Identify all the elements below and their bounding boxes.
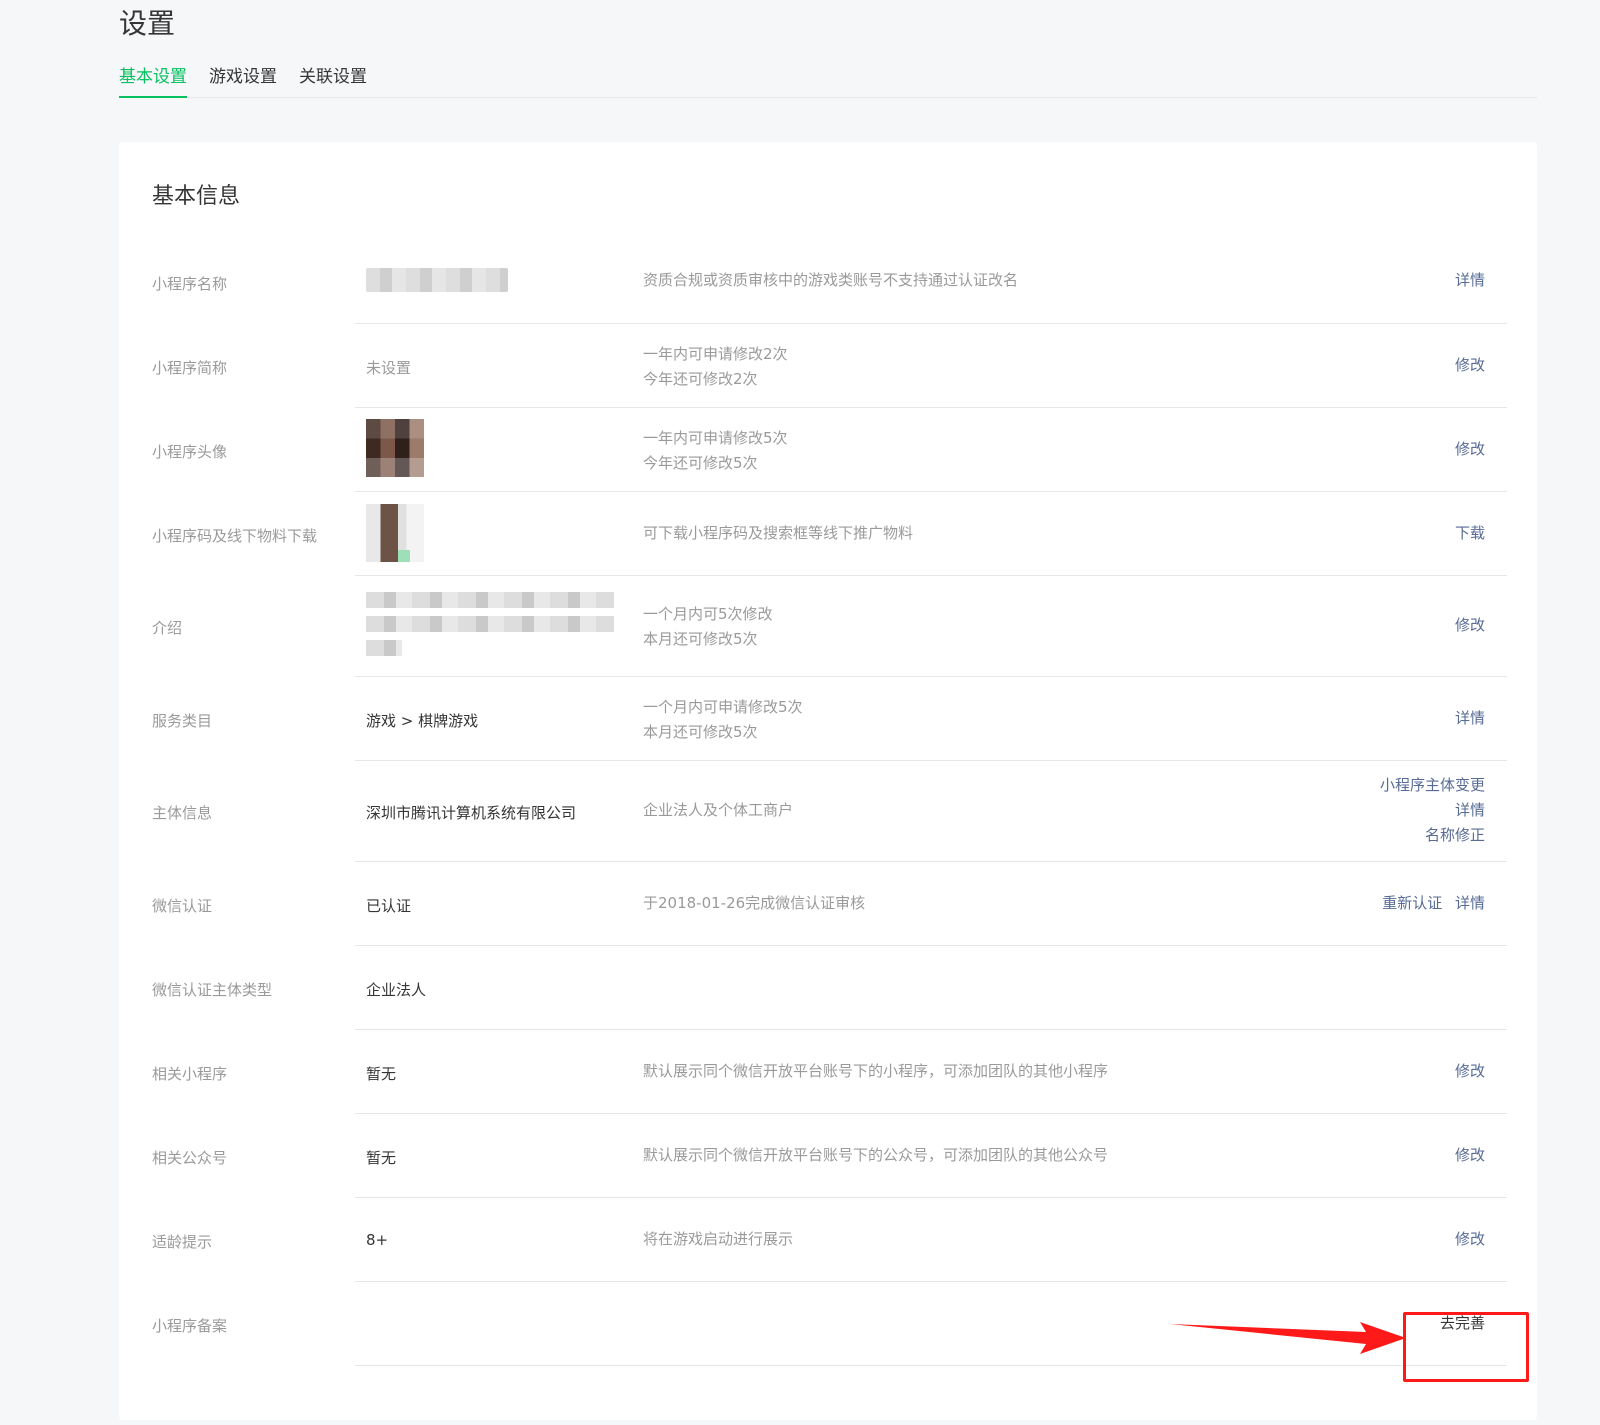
- row-label: 微信认证: [152, 897, 213, 915]
- row-avatar: 小程序头像 一年内可申请修改5次 今年还可修改5次 修改: [119, 408, 1537, 492]
- row-label: 小程序码及线下物料下载: [152, 527, 318, 545]
- edit-link[interactable]: 修改: [1455, 1230, 1485, 1248]
- qrcode-thumbnail: [366, 504, 424, 562]
- row-label: 小程序备案: [152, 1317, 228, 1335]
- edit-link[interactable]: 修改: [1455, 616, 1485, 634]
- row-label: 小程序简称: [152, 359, 228, 377]
- row-wechat-verification: 微信认证 已认证 于2018-01-26完成微信认证审核 重新认证 详情: [119, 862, 1537, 946]
- row-desc: 资质合规或资质审核中的游戏类账号不支持通过认证改名: [643, 271, 1019, 289]
- edit-link[interactable]: 修改: [1455, 1146, 1485, 1164]
- name-correction-link[interactable]: 名称修正: [1380, 823, 1485, 848]
- row-desc: 一年内可申请修改2次 今年还可修改2次: [643, 342, 788, 392]
- row-value: 企业法人: [366, 981, 427, 999]
- row-miniprogram-name: 小程序名称 资质合规或资质审核中的游戏类账号不支持通过认证改名 详情: [119, 240, 1537, 324]
- download-link[interactable]: 下载: [1455, 524, 1485, 542]
- edit-link[interactable]: 修改: [1455, 440, 1485, 458]
- annotation-arrow-icon: [1170, 1322, 1406, 1354]
- row-label: 介绍: [152, 619, 183, 637]
- row-value: 游戏 > 棋牌游戏: [366, 712, 479, 730]
- row-value: 已认证: [366, 897, 412, 915]
- row-desc: 一个月内可5次修改 本月还可修改5次: [643, 602, 773, 652]
- details-link[interactable]: 详情: [1455, 271, 1485, 289]
- row-value: 未设置: [366, 359, 412, 377]
- desc-line: 本月还可修改5次: [643, 723, 758, 741]
- row-desc: 企业法人及个体工商户: [643, 801, 794, 819]
- desc-line: 本月还可修改5次: [643, 630, 758, 648]
- blurred-name-value: [366, 268, 508, 292]
- row-desc: 可下载小程序码及搜索框等线下推广物料: [643, 524, 914, 542]
- row-value: 8+: [366, 1231, 389, 1249]
- desc-line: 一个月内可5次修改: [643, 605, 773, 623]
- tab-link-settings[interactable]: 关联设置: [299, 62, 367, 98]
- row-desc: 默认展示同个微信开放平台账号下的公众号，可添加团队的其他公众号: [643, 1146, 1109, 1164]
- blurred-intro-value: [366, 592, 616, 664]
- row-introduction: 介绍 一个月内可5次修改 本月还可修改5次 修改: [119, 576, 1537, 677]
- desc-line: 一年内可申请修改2次: [643, 345, 788, 363]
- row-label: 微信认证主体类型: [152, 981, 273, 999]
- row-label: 服务类目: [152, 712, 213, 730]
- row-label: 适龄提示: [152, 1233, 213, 1251]
- row-value: 暂无: [366, 1065, 397, 1083]
- tab-game-settings[interactable]: 游戏设置: [209, 62, 277, 98]
- desc-line: 今年还可修改2次: [643, 370, 758, 388]
- avatar: [366, 419, 424, 477]
- tab-basic-settings[interactable]: 基本设置: [119, 62, 187, 98]
- details-link[interactable]: 详情: [1455, 894, 1485, 912]
- desc-line: 一个月内可申请修改5次: [643, 698, 803, 716]
- row-service-category: 服务类目 游戏 > 棋牌游戏 一个月内可申请修改5次 本月还可修改5次 详情: [119, 677, 1537, 761]
- basic-info-card: 基本信息 小程序名称 资质合规或资质审核中的游戏类账号不支持通过认证改名 详情 …: [119, 142, 1537, 1420]
- row-entity-info: 主体信息 深圳市腾讯计算机系统有限公司 企业法人及个体工商户 小程序主体变更 详…: [119, 761, 1537, 862]
- row-related-official-accounts: 相关公众号 暂无 默认展示同个微信开放平台账号下的公众号，可添加团队的其他公众号…: [119, 1114, 1537, 1198]
- page-title: 设置: [119, 7, 176, 40]
- entity-change-link[interactable]: 小程序主体变更: [1380, 773, 1485, 798]
- row-value: 深圳市腾讯计算机系统有限公司: [366, 804, 577, 822]
- row-label: 主体信息: [152, 804, 213, 822]
- row-desc: 于2018-01-26完成微信认证审核: [643, 894, 866, 912]
- row-qrcode-download: 小程序码及线下物料下载 可下载小程序码及搜索框等线下推广物料 下载: [119, 492, 1537, 576]
- row-label: 相关小程序: [152, 1065, 228, 1083]
- row-desc: 一年内可申请修改5次 今年还可修改5次: [643, 426, 788, 476]
- row-label: 小程序头像: [152, 443, 228, 461]
- row-related-miniprograms: 相关小程序 暂无 默认展示同个微信开放平台账号下的小程序，可添加团队的其他小程序…: [119, 1030, 1537, 1114]
- row-divider: [355, 1365, 1507, 1366]
- reverify-link[interactable]: 重新认证: [1382, 894, 1442, 912]
- row-value: 暂无: [366, 1149, 397, 1167]
- row-short-name: 小程序简称 未设置 一年内可申请修改2次 今年还可修改2次 修改: [119, 324, 1537, 408]
- details-link[interactable]: 详情: [1380, 798, 1485, 823]
- settings-tabs: 基本设置 游戏设置 关联设置: [119, 62, 1537, 98]
- row-age-rating: 适龄提示 8+ 将在游戏启动进行展示 修改: [119, 1198, 1537, 1282]
- desc-line: 今年还可修改5次: [643, 454, 758, 472]
- row-desc: 将在游戏启动进行展示: [643, 1230, 794, 1248]
- edit-link[interactable]: 修改: [1455, 356, 1485, 374]
- row-verification-entity-type: 微信认证主体类型 企业法人: [119, 946, 1537, 1030]
- row-label: 相关公众号: [152, 1149, 228, 1167]
- row-desc: 一个月内可申请修改5次 本月还可修改5次: [643, 695, 803, 745]
- details-link[interactable]: 详情: [1455, 709, 1485, 727]
- annotation-highlight-box: [1403, 1312, 1529, 1382]
- desc-line: 一年内可申请修改5次: [643, 429, 788, 447]
- edit-link[interactable]: 修改: [1455, 1062, 1485, 1080]
- row-label: 小程序名称: [152, 275, 228, 293]
- row-desc: 默认展示同个微信开放平台账号下的小程序，可添加团队的其他小程序: [643, 1062, 1109, 1080]
- section-title: 基本信息: [152, 184, 241, 209]
